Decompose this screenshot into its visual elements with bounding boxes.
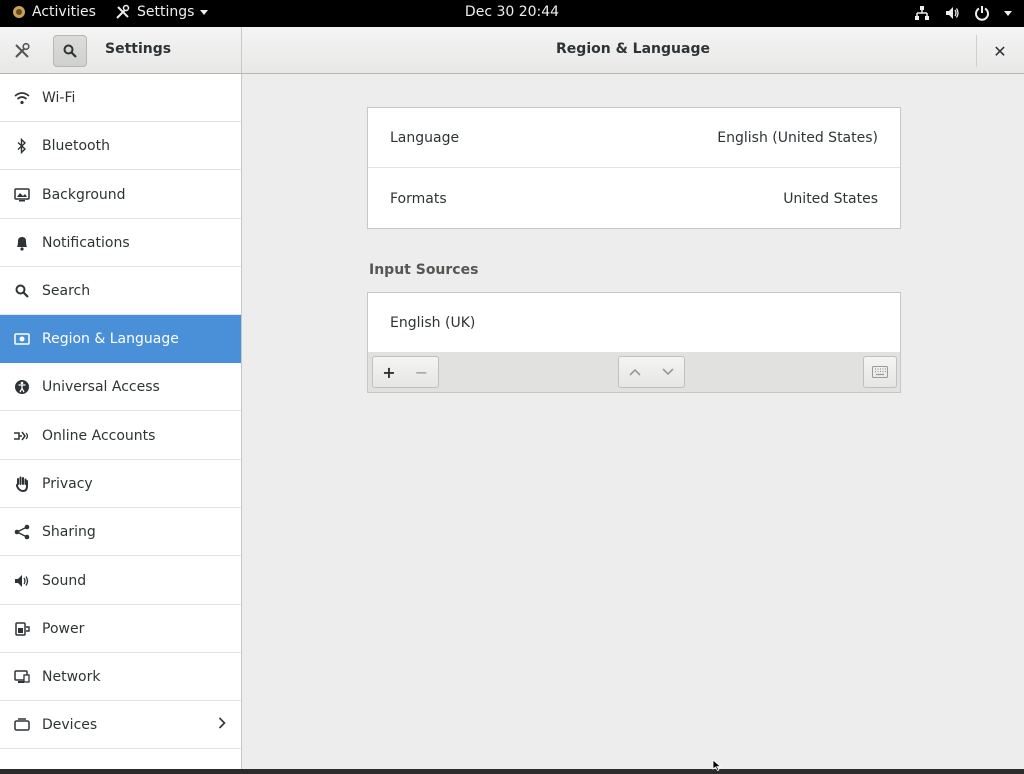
language-formats-list: Language English (United States) Formats… bbox=[367, 107, 901, 229]
sidebar-item-region-language[interactable]: Region & Language bbox=[0, 315, 241, 363]
sidebar-item-label: Notifications bbox=[42, 234, 130, 251]
sidebar-item-devices[interactable]: Devices bbox=[0, 701, 241, 749]
battery-icon bbox=[13, 620, 31, 638]
app-title: Settings bbox=[105, 41, 172, 57]
language-row[interactable]: Language English (United States) bbox=[368, 108, 900, 168]
sidebar-item-label: Network bbox=[42, 668, 101, 685]
sidebar-item-label: Sound bbox=[42, 572, 87, 589]
region-language-panel: Language English (United States) Formats… bbox=[243, 74, 1024, 769]
top-bar: Activities Settings Dec 30 20:44 bbox=[0, 0, 1024, 27]
sidebar-item-bluetooth[interactable]: Bluetooth bbox=[0, 122, 241, 170]
language-label: Language bbox=[390, 129, 460, 146]
sidebar: Wi-Fi Bluetooth Background Notifications… bbox=[0, 74, 242, 769]
share-icon bbox=[13, 523, 31, 541]
volume-icon bbox=[946, 7, 959, 19]
formats-value: United States bbox=[783, 191, 878, 207]
language-value: English (United States) bbox=[717, 129, 878, 146]
input-source-label: English (UK) bbox=[390, 315, 476, 331]
sidebar-item-label: Background bbox=[42, 186, 126, 203]
clock[interactable]: Dec 30 20:44 bbox=[465, 4, 559, 20]
sidebar-item-label: Wi-Fi bbox=[42, 89, 76, 106]
input-sources-heading: Input Sources bbox=[369, 262, 479, 278]
keyboard-icon bbox=[872, 366, 888, 378]
app-menu[interactable]: Settings bbox=[115, 4, 209, 20]
sidebar-item-sharing[interactable]: Sharing bbox=[0, 508, 241, 556]
wifi-icon bbox=[13, 89, 31, 107]
accessibility-icon bbox=[13, 378, 31, 396]
sidebar-item-notifications[interactable]: Notifications bbox=[0, 219, 241, 267]
close-icon: ✕ bbox=[993, 41, 1007, 61]
header-separator bbox=[976, 35, 977, 67]
tools-button[interactable] bbox=[8, 37, 36, 65]
sidebar-item-background[interactable]: Background bbox=[0, 171, 241, 219]
chevron-up-icon bbox=[629, 368, 641, 376]
app-menu-label: Settings bbox=[137, 4, 195, 20]
input-sources-toolbar: + − bbox=[367, 352, 901, 393]
system-tray[interactable] bbox=[914, 5, 1012, 21]
sidebar-item-universal-access[interactable]: Universal Access bbox=[0, 363, 241, 411]
add-input-source-button[interactable]: + bbox=[372, 356, 406, 388]
tools-icon bbox=[116, 4, 130, 19]
sidebar-item-label: Universal Access bbox=[42, 378, 160, 395]
sidebar-item-label: Online Accounts bbox=[42, 427, 156, 444]
sidebar-item-sound[interactable]: Sound bbox=[0, 557, 241, 605]
hand-icon bbox=[13, 475, 31, 493]
chevron-right-icon bbox=[218, 716, 226, 733]
app-icon bbox=[13, 6, 25, 18]
sidebar-item-online-accounts[interactable]: Online Accounts bbox=[0, 412, 241, 460]
power-icon bbox=[975, 6, 989, 21]
settings-window: Settings Region & Language ✕ Wi-Fi Bluet… bbox=[0, 27, 1024, 769]
sidebar-item-label: Power bbox=[42, 620, 85, 637]
chevron-down-icon bbox=[661, 368, 674, 376]
sidebar-item-privacy[interactable]: Privacy bbox=[0, 460, 241, 508]
devices-icon bbox=[13, 716, 31, 734]
activities-label: Activities bbox=[32, 4, 96, 20]
minus-icon: − bbox=[414, 362, 429, 382]
search-toggle-button[interactable] bbox=[53, 35, 87, 67]
search-icon bbox=[13, 282, 31, 300]
sidebar-item-wifi[interactable]: Wi-Fi bbox=[0, 74, 241, 122]
move-down-button[interactable] bbox=[651, 356, 685, 388]
mouse-cursor-icon bbox=[712, 759, 722, 771]
bottom-strip bbox=[0, 769, 1024, 774]
bell-icon bbox=[13, 234, 31, 252]
header-bar: Settings Region & Language ✕ bbox=[0, 27, 1024, 74]
sidebar-item-label: Privacy bbox=[42, 475, 93, 492]
sidebar-item-label: Search bbox=[42, 282, 91, 299]
keyboard-layout-button[interactable] bbox=[863, 356, 897, 388]
header-left-pane: Settings bbox=[0, 27, 242, 73]
formats-row[interactable]: Formats United States bbox=[368, 169, 900, 229]
plus-icon: + bbox=[382, 362, 396, 382]
background-icon bbox=[13, 186, 31, 204]
sidebar-item-network[interactable]: Network bbox=[0, 653, 241, 701]
sidebar-item-power[interactable]: Power bbox=[0, 605, 241, 653]
search-icon bbox=[63, 44, 77, 58]
network-icon bbox=[13, 668, 31, 686]
activities-button[interactable]: Activities bbox=[12, 4, 96, 20]
online-accounts-icon bbox=[13, 427, 31, 445]
sidebar-item-label: Region & Language bbox=[42, 330, 179, 347]
close-button[interactable]: ✕ bbox=[988, 39, 1012, 63]
page-title: Region & Language bbox=[556, 41, 710, 57]
chevron-down-icon bbox=[200, 9, 209, 15]
remove-input-source-button[interactable]: − bbox=[405, 356, 439, 388]
move-up-button[interactable] bbox=[618, 356, 652, 388]
sidebar-item-search[interactable]: Search bbox=[0, 267, 241, 315]
network-icon bbox=[915, 6, 929, 20]
tools-icon bbox=[15, 42, 30, 58]
input-sources-list: English (UK) bbox=[367, 292, 901, 353]
bluetooth-icon bbox=[13, 137, 31, 155]
input-source-row[interactable]: English (UK) bbox=[368, 293, 900, 353]
chevron-down-icon bbox=[1004, 10, 1012, 16]
sidebar-item-label: Bluetooth bbox=[42, 137, 110, 154]
region-icon bbox=[13, 330, 31, 348]
speaker-icon bbox=[13, 572, 31, 590]
sidebar-item-label: Devices bbox=[42, 716, 98, 733]
sidebar-item-label: Sharing bbox=[42, 523, 96, 540]
formats-label: Formats bbox=[390, 191, 447, 207]
